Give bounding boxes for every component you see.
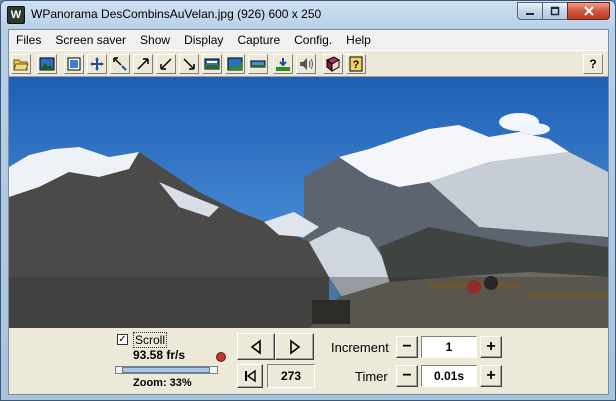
first-frame-button[interactable] xyxy=(237,364,263,388)
panorama-image[interactable] xyxy=(9,77,608,328)
plus-icon: + xyxy=(486,367,496,384)
horizon-icon xyxy=(276,58,290,71)
timer-minus-button[interactable]: − xyxy=(396,365,418,387)
sound-icon xyxy=(300,58,313,70)
shrink-arrows-icon xyxy=(113,57,127,71)
scroll-right-button[interactable] xyxy=(275,333,314,360)
scroll-left-button[interactable] xyxy=(237,333,275,360)
move-arrows-button[interactable] xyxy=(87,54,107,74)
arrow-right-icon xyxy=(289,338,300,355)
menu-help[interactable]: Help xyxy=(339,30,378,50)
minimize-icon xyxy=(526,13,534,15)
expand-ne-button[interactable] xyxy=(133,54,153,74)
expand-se-button[interactable] xyxy=(179,54,199,74)
shrink-sw-button[interactable] xyxy=(156,54,176,74)
image-level-icon xyxy=(227,57,243,71)
client-area: Files Screen saver Show Display Capture … xyxy=(8,29,609,395)
minus-icon: − xyxy=(402,338,412,355)
image-strip-icon xyxy=(250,60,266,68)
book-icon xyxy=(326,56,340,72)
increment-value[interactable]: 1 xyxy=(421,336,477,358)
fps-readout: 93.58 fr/s xyxy=(133,348,186,362)
svg-text:?: ? xyxy=(353,59,360,71)
menu-display[interactable]: Display xyxy=(177,30,230,50)
image-strip-button[interactable] xyxy=(248,54,268,74)
maximize-button[interactable] xyxy=(542,2,568,20)
skip-back-icon xyxy=(245,369,256,383)
timer-plus-button[interactable]: + xyxy=(480,365,502,387)
frame-counter: 273 xyxy=(267,364,315,388)
title-bar[interactable]: W WPanorama DesCombinsAuVelan.jpg (926) … xyxy=(1,1,615,29)
sound-button[interactable] xyxy=(296,54,316,74)
move-arrows-icon xyxy=(90,57,104,71)
panorama-scene xyxy=(9,77,608,328)
menu-screen-saver[interactable]: Screen saver xyxy=(48,30,133,50)
zoom-slider[interactable] xyxy=(115,366,218,374)
scroll-checkbox[interactable]: ✓ xyxy=(117,334,128,345)
window-title: WPanorama DesCombinsAuVelan.jpg (926) 60… xyxy=(31,7,322,21)
arrow-left-icon xyxy=(250,338,261,355)
increment-minus-button[interactable]: − xyxy=(396,336,418,358)
help-book-button[interactable]: ? xyxy=(346,54,366,74)
wpanorama-app-icon[interactable]: W xyxy=(7,6,25,24)
minimize-button[interactable] xyxy=(517,2,543,20)
menu-bar: Files Screen saver Show Display Capture … xyxy=(9,30,608,50)
shrink-arrows-button[interactable] xyxy=(110,54,130,74)
image-level-button[interactable] xyxy=(225,54,245,74)
minus-icon: − xyxy=(402,367,412,384)
horizon-button[interactable] xyxy=(273,54,293,74)
open-button[interactable] xyxy=(11,54,31,74)
shrink-sw-icon xyxy=(160,58,172,70)
zoom-label: Zoom: 33% xyxy=(133,377,192,389)
open-folder-icon xyxy=(13,59,29,71)
increment-label: Increment xyxy=(331,340,389,355)
image-adjust-icon xyxy=(204,58,220,70)
timer-value[interactable]: 0.01s xyxy=(421,365,477,387)
maximize-icon xyxy=(550,6,560,16)
app-window: W WPanorama DesCombinsAuVelan.jpg (926) … xyxy=(0,0,616,401)
control-panel: ✓ Scroll 93.58 fr/s Zoom: 33% 273 Increm… xyxy=(9,328,608,394)
plus-icon: + xyxy=(486,338,496,355)
fit-window-icon xyxy=(67,57,81,71)
book-button[interactable] xyxy=(323,54,343,74)
image-button[interactable] xyxy=(37,54,57,74)
expand-se-icon xyxy=(183,58,195,70)
close-button[interactable] xyxy=(567,2,610,20)
check-mark: ✓ xyxy=(118,334,127,345)
scroll-label[interactable]: Scroll xyxy=(133,332,168,348)
menu-capture[interactable]: Capture xyxy=(230,30,287,50)
increment-plus-button[interactable]: + xyxy=(480,336,502,358)
zoom-slider-fill[interactable] xyxy=(122,367,210,373)
record-indicator-icon xyxy=(216,352,226,362)
menu-config[interactable]: Config. xyxy=(287,30,339,50)
help-icon: ? xyxy=(589,57,597,71)
fit-window-button[interactable] xyxy=(64,54,84,74)
timer-label: Timer xyxy=(355,369,388,384)
image-icon xyxy=(39,57,55,71)
help-button[interactable]: ? xyxy=(583,54,603,74)
close-icon xyxy=(583,6,594,16)
toolbar: ? ? xyxy=(9,50,608,77)
foreground-shade xyxy=(9,277,608,328)
image-adjust-button[interactable] xyxy=(202,54,222,74)
menu-show[interactable]: Show xyxy=(133,30,177,50)
help-book-icon: ? xyxy=(349,56,363,72)
menu-files[interactable]: Files xyxy=(9,30,48,50)
expand-ne-icon xyxy=(137,58,149,70)
